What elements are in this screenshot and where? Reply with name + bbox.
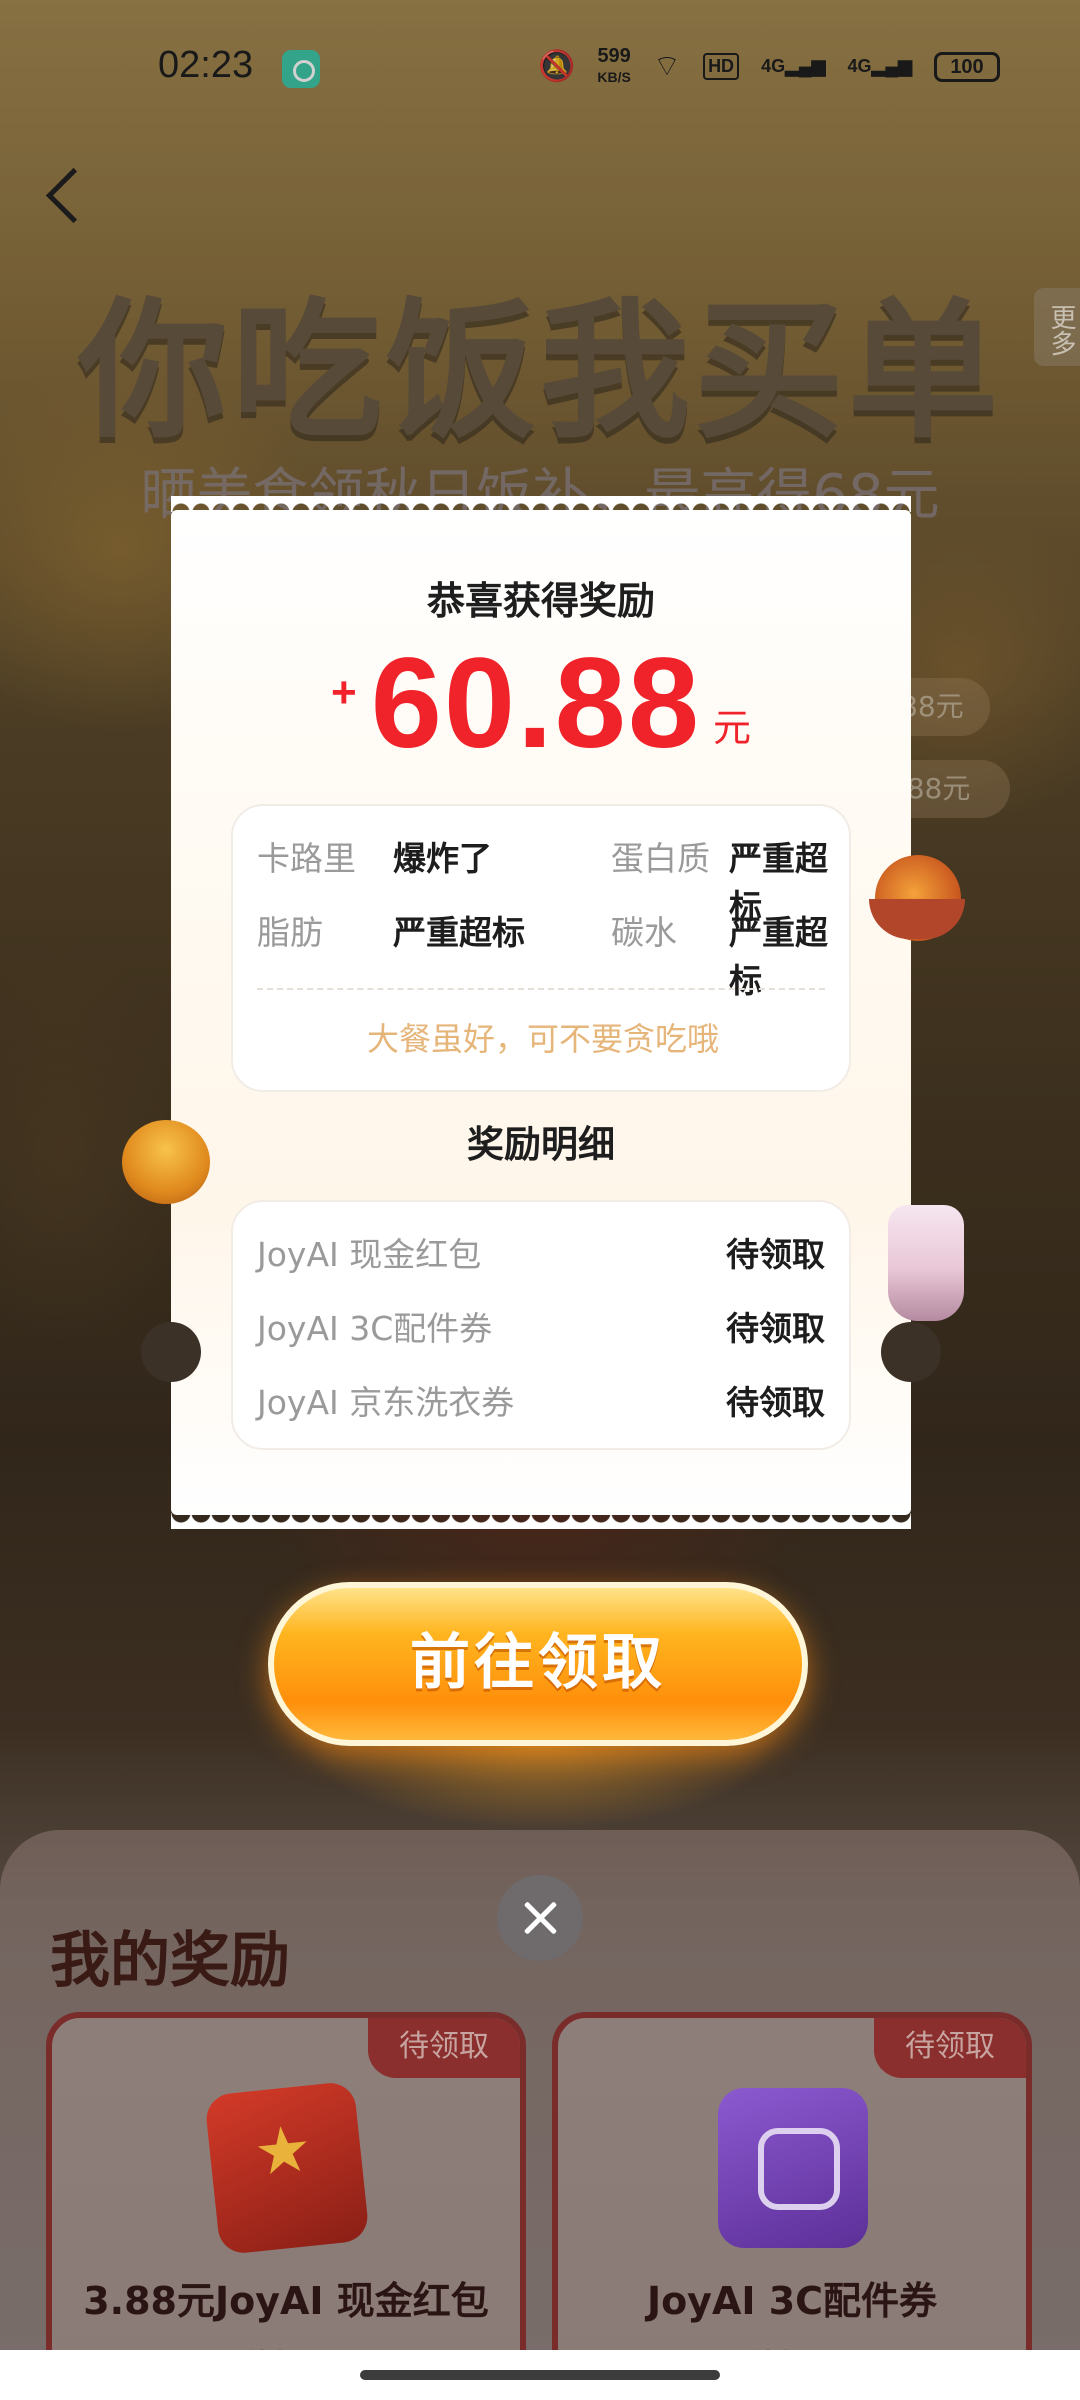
reward-modal: 恭喜获得奖励 +60.88 元 卡路里 爆炸了 蛋白质 严重超标 脂肪 严重超标 … bbox=[141, 496, 941, 1529]
ticket-edge-top bbox=[171, 496, 911, 512]
close-icon[interactable] bbox=[497, 1875, 583, 1961]
nutrition-value: 严重超标 bbox=[393, 913, 525, 952]
detail-status: 待领取 bbox=[726, 1309, 825, 1348]
ticket-notch-right bbox=[881, 1322, 941, 1382]
bubble-tea-icon bbox=[888, 1205, 964, 1321]
nutrition-row: 脂肪 严重超标 碳水 严重超标 bbox=[257, 906, 837, 1000]
reward-card[interactable]: 待领取 JoyAI 3C配件券 待领取 bbox=[552, 2012, 1032, 2392]
card-name: JoyAI 3C配件券 bbox=[646, 2279, 938, 2323]
card-status-badge: 待领取 bbox=[368, 2018, 520, 2078]
detail-name: JoyAI 3C配件券 bbox=[257, 1309, 493, 1348]
fried-chicken-icon bbox=[869, 855, 965, 941]
ticket-notch-left bbox=[141, 1322, 201, 1382]
dashed-divider bbox=[257, 988, 825, 990]
my-rewards-title: 我的奖励 bbox=[50, 1926, 290, 1996]
detail-row: JoyAI 现金红包 待领取 bbox=[257, 1228, 825, 1278]
burger-icon bbox=[122, 1120, 210, 1204]
red-packet-icon bbox=[204, 2080, 370, 2256]
reward-detail-box: JoyAI 现金红包 待领取 JoyAI 3C配件券 待领取 JoyAI 京东洗… bbox=[231, 1200, 851, 1450]
claim-button[interactable]: 前往领取 bbox=[268, 1582, 808, 1746]
detail-status: 待领取 bbox=[726, 1235, 825, 1274]
detail-status: 待领取 bbox=[726, 1383, 825, 1422]
card-name: 3.88元JoyAI 现金红包 bbox=[83, 2279, 489, 2323]
nutrition-label: 蛋白质 bbox=[611, 839, 710, 878]
reward-amount: +60.88 元 bbox=[171, 630, 911, 777]
detail-heading: 奖励明细 bbox=[467, 1123, 615, 1166]
detail-name: JoyAI 现金红包 bbox=[257, 1235, 482, 1274]
nutrition-label: 脂肪 bbox=[257, 913, 323, 952]
nutrition-label: 碳水 bbox=[611, 913, 677, 952]
amount-unit: 元 bbox=[713, 706, 752, 750]
nutrition-tip: 大餐虽好，可不要贪吃哦 bbox=[366, 1020, 719, 1058]
nutrition-row: 卡路里 爆炸了 蛋白质 严重超标 bbox=[257, 832, 837, 926]
nutrition-box: 卡路里 爆炸了 蛋白质 严重超标 脂肪 严重超标 碳水 严重超标 大餐虽好，可不… bbox=[231, 804, 851, 1092]
amount-value: 60.88 bbox=[370, 632, 701, 775]
detail-row: JoyAI 京东洗衣券 待领取 bbox=[257, 1376, 825, 1426]
reward-card[interactable]: 待领取 3.88元JoyAI 现金红包 待领取 bbox=[46, 2012, 526, 2392]
detail-row: JoyAI 3C配件券 待领取 bbox=[257, 1302, 825, 1352]
detail-name: JoyAI 京东洗衣券 bbox=[257, 1383, 515, 1422]
nutrition-label: 卡路里 bbox=[257, 839, 356, 878]
home-indicator[interactable] bbox=[360, 2370, 720, 2380]
card-status-badge: 待领取 bbox=[874, 2018, 1026, 2078]
nutrition-value: 爆炸了 bbox=[393, 839, 492, 878]
modal-heading: 恭喜获得奖励 bbox=[426, 579, 655, 623]
amount-prefix: + bbox=[330, 668, 357, 717]
ticket-edge-bottom bbox=[171, 1513, 911, 1529]
earbuds-coupon-icon bbox=[718, 2088, 868, 2248]
